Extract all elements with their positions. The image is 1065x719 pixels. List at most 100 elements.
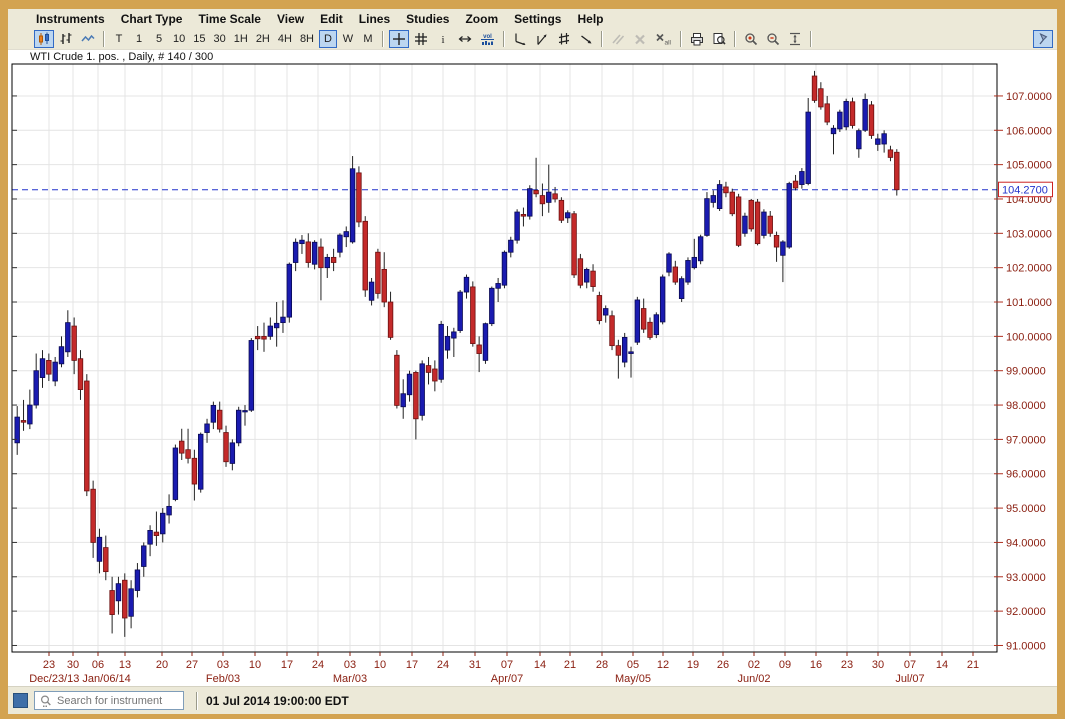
- menu-item-edit[interactable]: Edit: [312, 12, 351, 26]
- toolbar-separator: [734, 31, 736, 47]
- candle: [825, 104, 830, 122]
- interval-button-M[interactable]: M: [359, 30, 377, 48]
- candle: [47, 360, 52, 374]
- svg-text:05: 05: [627, 659, 639, 671]
- candle: [78, 359, 83, 390]
- candle: [211, 405, 216, 422]
- interval-button-4H[interactable]: 4H: [275, 30, 295, 48]
- candle: [287, 264, 292, 317]
- svg-text:17: 17: [281, 659, 293, 671]
- time-axis[interactable]: 2330061320270310172403101724310714212805…: [29, 652, 979, 685]
- menu-item-view[interactable]: View: [269, 12, 312, 26]
- candle: [736, 197, 741, 245]
- expand-horizontal-button[interactable]: [455, 30, 475, 48]
- price-chart[interactable]: 91.000092.000093.000094.000095.000096.00…: [8, 50, 1057, 686]
- svg-text:30: 30: [67, 659, 79, 671]
- candle: [274, 323, 279, 327]
- ray-icon: [579, 32, 593, 46]
- interval-button-10[interactable]: 10: [170, 30, 188, 48]
- svg-text:31: 31: [469, 659, 481, 671]
- instrument-search-box[interactable]: [34, 691, 184, 710]
- interval-button-15[interactable]: 15: [190, 30, 208, 48]
- ohlc-bars-button[interactable]: [56, 30, 76, 48]
- trendline-up-button[interactable]: [532, 30, 552, 48]
- candle: [179, 441, 184, 453]
- info-button[interactable]: i: [433, 30, 453, 48]
- candle: [641, 309, 646, 330]
- print-button[interactable]: [687, 30, 707, 48]
- crosshair-button[interactable]: [389, 30, 409, 48]
- candle: [300, 240, 305, 243]
- svg-text:03: 03: [344, 659, 356, 671]
- candle: [186, 450, 191, 459]
- link-color-icon[interactable]: [13, 693, 28, 708]
- candle: [382, 269, 387, 302]
- menu-item-settings[interactable]: Settings: [506, 12, 569, 26]
- channel-button[interactable]: [554, 30, 574, 48]
- interval-button-8H[interactable]: 8H: [297, 30, 317, 48]
- candle: [72, 326, 77, 360]
- zoom-out-button[interactable]: [763, 30, 783, 48]
- candle: [40, 359, 45, 378]
- interval-button-T[interactable]: T: [110, 30, 128, 48]
- candle: [471, 287, 476, 344]
- menu-item-studies[interactable]: Studies: [398, 12, 457, 26]
- menu-bar: InstrumentsChart TypeTime ScaleViewEditL…: [8, 9, 1057, 28]
- svg-text:17: 17: [406, 659, 418, 671]
- candle: [717, 185, 722, 209]
- print-preview-button[interactable]: [709, 30, 729, 48]
- menu-item-lines[interactable]: Lines: [351, 12, 398, 26]
- menu-item-zoom[interactable]: Zoom: [457, 12, 506, 26]
- menu-item-instruments[interactable]: Instruments: [28, 12, 113, 26]
- line-chart-button[interactable]: [78, 30, 98, 48]
- grid-layer: [12, 64, 997, 652]
- svg-text:Feb/03: Feb/03: [206, 673, 240, 685]
- candle: [439, 324, 444, 379]
- svg-text:Jun/02: Jun/02: [737, 673, 770, 685]
- svg-text:94.0000: 94.0000: [1006, 537, 1046, 549]
- delete-line-button[interactable]: [630, 30, 650, 48]
- zoom-in-button[interactable]: [741, 30, 761, 48]
- candle: [762, 212, 767, 235]
- svg-text:104.2700: 104.2700: [1002, 185, 1048, 197]
- interval-button-2H[interactable]: 2H: [253, 30, 273, 48]
- candle: [888, 150, 893, 158]
- candle: [53, 362, 58, 381]
- candle: [477, 345, 482, 354]
- parallel-lines-button[interactable]: [608, 30, 628, 48]
- candle: [198, 434, 203, 489]
- candle: [224, 433, 229, 462]
- menu-item-chart-type[interactable]: Chart Type: [113, 12, 191, 26]
- menu-item-time-scale[interactable]: Time Scale: [190, 12, 268, 26]
- grid-button[interactable]: [411, 30, 431, 48]
- search-input[interactable]: [55, 694, 183, 708]
- svg-text:96.0000: 96.0000: [1006, 469, 1046, 481]
- candle: [629, 352, 634, 354]
- svg-text:106.0000: 106.0000: [1006, 125, 1052, 137]
- interval-button-W[interactable]: W: [339, 30, 357, 48]
- fit-vertical-button[interactable]: [785, 30, 805, 48]
- interval-button-5[interactable]: 5: [150, 30, 168, 48]
- ray-button[interactable]: [576, 30, 596, 48]
- candle: [28, 405, 33, 424]
- delete-all-button[interactable]: all: [652, 30, 675, 48]
- channel-icon: [557, 32, 571, 46]
- candle: [293, 242, 298, 262]
- candle: [502, 252, 507, 285]
- interval-button-30[interactable]: 30: [211, 30, 229, 48]
- interval-button-D[interactable]: D: [319, 30, 337, 48]
- pin-icon: [1036, 32, 1050, 46]
- svg-text:Mar/03: Mar/03: [333, 673, 367, 685]
- last-update-timestamp: 01 Jul 2014 19:00:00 EDT: [206, 694, 349, 708]
- pin-button[interactable]: [1033, 30, 1053, 48]
- trendline-down-button[interactable]: [510, 30, 530, 48]
- candle: [154, 532, 159, 535]
- interval-button-1H[interactable]: 1H: [231, 30, 251, 48]
- menu-item-help[interactable]: Help: [569, 12, 611, 26]
- candlestick-chart-button[interactable]: [34, 30, 54, 48]
- volume-button[interactable]: vol: [477, 30, 498, 48]
- candle: [876, 139, 881, 144]
- toolbar-separator: [382, 31, 384, 47]
- interval-button-1[interactable]: 1: [130, 30, 148, 48]
- candle: [749, 200, 754, 229]
